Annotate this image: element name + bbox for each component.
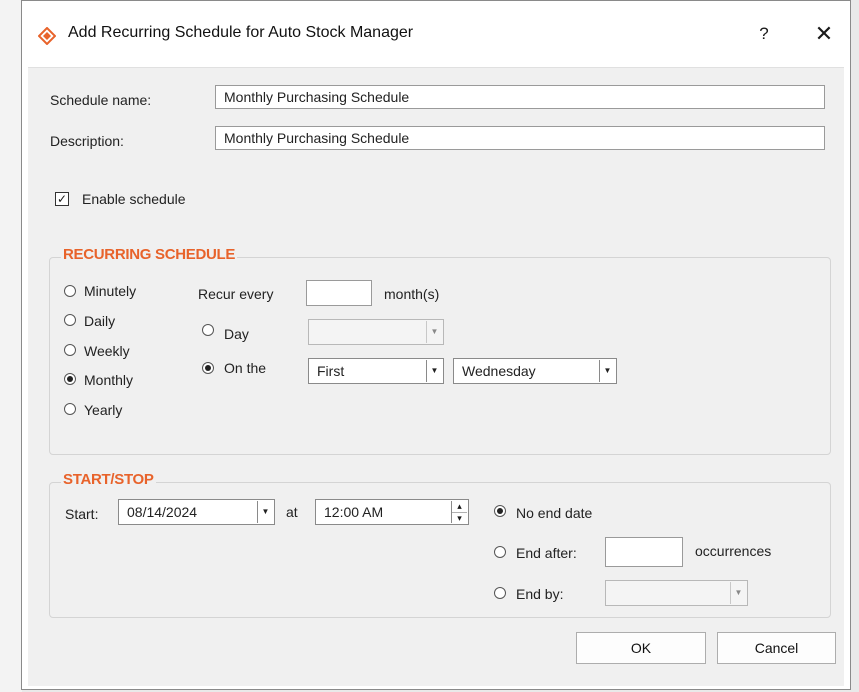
spin-up-icon[interactable]: ▴: [452, 501, 467, 513]
dialog-body: Schedule name: Monthly Purchasing Schedu…: [28, 67, 844, 686]
start-date-picker[interactable]: 08/14/2024 ▼: [118, 499, 275, 525]
start-stop-title: START/STOP: [61, 471, 156, 489]
radio-day[interactable]: [202, 324, 214, 336]
description-input[interactable]: Monthly Purchasing Schedule: [215, 126, 825, 150]
dialog-title: Add Recurring Schedule for Auto Stock Ma…: [68, 24, 414, 41]
start-date-value: 08/14/2024: [127, 504, 198, 520]
radio-end-after-label: End after:: [516, 545, 577, 561]
radio-daily[interactable]: [64, 314, 76, 326]
radio-no-end-date[interactable]: [494, 505, 506, 517]
radio-monthly[interactable]: [64, 373, 76, 385]
help-button[interactable]: ?: [744, 16, 784, 52]
schedule-name-label: Schedule name:: [50, 92, 152, 108]
radio-end-by-label: End by:: [516, 586, 564, 602]
description-label: Description:: [50, 133, 124, 149]
ok-button[interactable]: OK: [576, 632, 706, 664]
radio-on-the[interactable]: [202, 362, 214, 374]
app-logo-icon: [38, 27, 56, 45]
recur-every-input[interactable]: [306, 280, 372, 306]
end-by-date-picker[interactable]: ▼: [605, 580, 748, 606]
chevron-down-icon: ▼: [730, 582, 746, 604]
chevron-down-icon: ▼: [426, 321, 442, 343]
title-bar[interactable]: Add Recurring Schedule for Auto Stock Ma…: [22, 1, 850, 67]
ordinal-dropdown[interactable]: First ▼: [308, 358, 444, 384]
start-time-input[interactable]: 12:00 AM ▴ ▾: [315, 499, 469, 525]
end-after-input[interactable]: [605, 537, 683, 567]
ordinal-dropdown-value: First: [317, 363, 345, 379]
enable-schedule-checkbox[interactable]: ✓: [55, 192, 69, 206]
radio-monthly-label: Monthly: [84, 372, 134, 388]
day-dropdown[interactable]: ▼: [308, 319, 444, 345]
close-icon[interactable]: ✕: [802, 16, 846, 52]
start-time-value: 12:00 AM: [324, 504, 384, 520]
radio-yearly-label: Yearly: [84, 402, 123, 418]
radio-minutely-label: Minutely: [84, 283, 137, 299]
chevron-down-icon: ▼: [426, 360, 442, 382]
radio-weekly[interactable]: [64, 344, 76, 356]
radio-end-after[interactable]: [494, 546, 506, 558]
radio-end-by[interactable]: [494, 587, 506, 599]
time-spinner[interactable]: ▴ ▾: [451, 501, 467, 523]
chevron-down-icon: ▼: [599, 360, 615, 382]
background-window-edge: [0, 0, 22, 692]
radio-minutely[interactable]: [64, 285, 76, 297]
enable-schedule-label: Enable schedule: [82, 191, 186, 207]
weekday-dropdown[interactable]: Wednesday ▼: [453, 358, 617, 384]
spin-down-icon[interactable]: ▾: [452, 513, 467, 524]
recurring-schedule-dialog: Add Recurring Schedule for Auto Stock Ma…: [21, 0, 851, 690]
radio-yearly[interactable]: [64, 403, 76, 415]
radio-daily-label: Daily: [84, 313, 116, 329]
weekday-dropdown-value: Wednesday: [462, 363, 536, 379]
recur-unit-label: month(s): [384, 286, 440, 302]
recur-every-label: Recur every: [198, 286, 274, 302]
start-label: Start:: [65, 506, 99, 522]
occurrences-label: occurrences: [695, 543, 772, 559]
radio-weekly-label: Weekly: [84, 343, 130, 359]
recurring-schedule-group: [49, 257, 831, 455]
recurring-schedule-title: RECURRING SCHEDULE: [61, 246, 238, 264]
calendar-dropdown-icon: ▼: [257, 501, 273, 523]
radio-no-end-date-label: No end date: [516, 505, 593, 521]
at-label: at: [286, 504, 298, 520]
schedule-name-input[interactable]: Monthly Purchasing Schedule: [215, 85, 825, 109]
radio-on-the-label: On the: [224, 360, 267, 376]
radio-day-label: Day: [224, 326, 249, 342]
cancel-button[interactable]: Cancel: [717, 632, 836, 664]
